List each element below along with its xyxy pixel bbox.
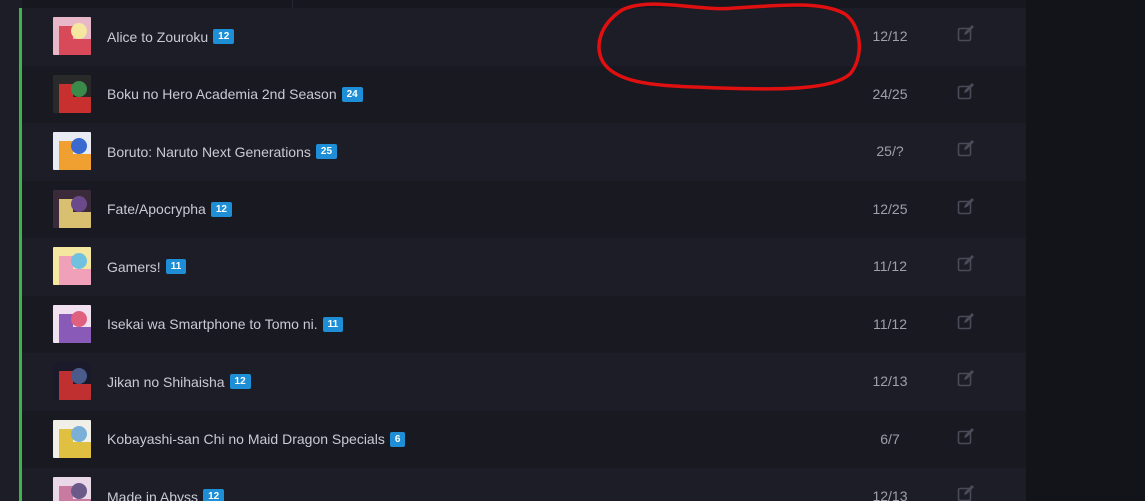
anime-title-link[interactable]: Made in Abyss xyxy=(107,489,198,501)
anime-title-link[interactable]: Kobayashi-san Chi no Maid Dragon Special… xyxy=(107,431,385,447)
table-row[interactable]: Gamers! 11 11/12 xyxy=(22,238,1026,295)
title-cell: Alice to Zouroku 12 xyxy=(107,8,235,65)
edit-icon[interactable] xyxy=(956,23,976,43)
page: Alice to Zouroku 12 12/12 Boku no Hero A… xyxy=(0,0,1145,501)
episode-count-badge: 12 xyxy=(203,489,225,501)
anime-title-link[interactable]: Boku no Hero Academia 2nd Season xyxy=(107,86,337,102)
table-row[interactable]: Made in Abyss 12 12/13 xyxy=(22,468,1026,501)
anime-title-link[interactable]: Jikan no Shihaisha xyxy=(107,374,225,390)
progress-value: 11/12 xyxy=(873,258,907,274)
anime-title-link[interactable]: Fate/Apocrypha xyxy=(107,201,206,217)
episode-count-badge: 25 xyxy=(315,144,338,159)
table-header-strip xyxy=(22,0,1026,8)
edit-icon[interactable] xyxy=(956,81,976,101)
anime-title-link[interactable]: Boruto: Naruto Next Generations xyxy=(107,144,311,160)
edit-icon[interactable] xyxy=(956,483,976,501)
table-row[interactable]: Fate/Apocrypha 12 12/25 xyxy=(22,180,1026,238)
progress-value: 6/7 xyxy=(880,430,900,447)
anime-cover-thumbnail[interactable] xyxy=(53,74,91,113)
anime-cover-thumbnail[interactable] xyxy=(53,132,91,170)
title-cell: Isekai wa Smartphone to Tomo ni. 11 xyxy=(107,296,344,353)
anime-cover-thumbnail[interactable] xyxy=(53,477,91,501)
anime-cover-thumbnail[interactable] xyxy=(53,189,91,228)
title-cell: Gamers! 11 xyxy=(107,238,187,295)
title-cell: Kobayashi-san Chi no Maid Dragon Special… xyxy=(107,411,406,468)
title-cell: Boruto: Naruto Next Generations 25 xyxy=(107,123,338,180)
edit-icon[interactable] xyxy=(956,253,976,273)
anime-cover-thumbnail[interactable] xyxy=(53,247,91,285)
edit-icon[interactable] xyxy=(956,311,976,331)
anime-cover-thumbnail[interactable] xyxy=(53,419,91,458)
edit-icon[interactable] xyxy=(956,196,976,216)
progress-value: 11/12 xyxy=(873,315,907,332)
table-row[interactable]: Boku no Hero Academia 2nd Season 24 24/2… xyxy=(22,65,1026,123)
table-row[interactable]: Alice to Zouroku 12 12/12 xyxy=(22,8,1026,65)
edit-icon[interactable] xyxy=(956,426,976,446)
episode-count-badge: 11 xyxy=(165,259,187,274)
edit-icon[interactable] xyxy=(956,138,976,158)
episode-count-badge: 12 xyxy=(210,201,232,217)
anime-title-link[interactable]: Alice to Zouroku xyxy=(107,29,208,45)
episode-count-badge: 11 xyxy=(322,316,344,332)
title-cell: Jikan no Shihaisha 12 xyxy=(107,353,251,410)
title-cell: Fate/Apocrypha 12 xyxy=(107,181,232,238)
progress-value: 12/13 xyxy=(872,373,908,389)
table-row[interactable]: Boruto: Naruto Next Generations 25 25/? xyxy=(22,123,1026,180)
progress-value: 24/25 xyxy=(872,85,908,102)
anime-title-link[interactable]: Gamers! xyxy=(107,259,161,275)
table-row[interactable]: Jikan no Shihaisha 12 12/13 xyxy=(22,353,1026,410)
anime-title-link[interactable]: Isekai wa Smartphone to Tomo ni. xyxy=(107,316,318,332)
edit-icon[interactable] xyxy=(956,368,976,388)
progress-value: 12/25 xyxy=(872,200,908,217)
table-row[interactable]: Kobayashi-san Chi no Maid Dragon Special… xyxy=(22,410,1026,468)
progress-value: 12/12 xyxy=(872,28,908,44)
title-cell: Boku no Hero Academia 2nd Season 24 xyxy=(107,66,363,123)
episode-count-badge: 12 xyxy=(213,29,235,44)
progress-value: 25/? xyxy=(876,143,904,159)
anime-list-panel: Alice to Zouroku 12 12/12 Boku no Hero A… xyxy=(0,0,1026,501)
episode-count-badge: 6 xyxy=(389,431,406,447)
episode-count-badge: 24 xyxy=(341,86,363,102)
anime-cover-thumbnail[interactable] xyxy=(53,304,91,343)
table-row[interactable]: Isekai wa Smartphone to Tomo ni. 11 11/1… xyxy=(22,295,1026,353)
anime-cover-thumbnail[interactable] xyxy=(53,17,91,55)
progress-value: 12/13 xyxy=(872,488,908,501)
anime-cover-thumbnail[interactable] xyxy=(53,362,91,400)
header-divider xyxy=(292,0,293,8)
episode-count-badge: 12 xyxy=(229,374,251,389)
title-cell: Made in Abyss 12 xyxy=(107,468,225,501)
